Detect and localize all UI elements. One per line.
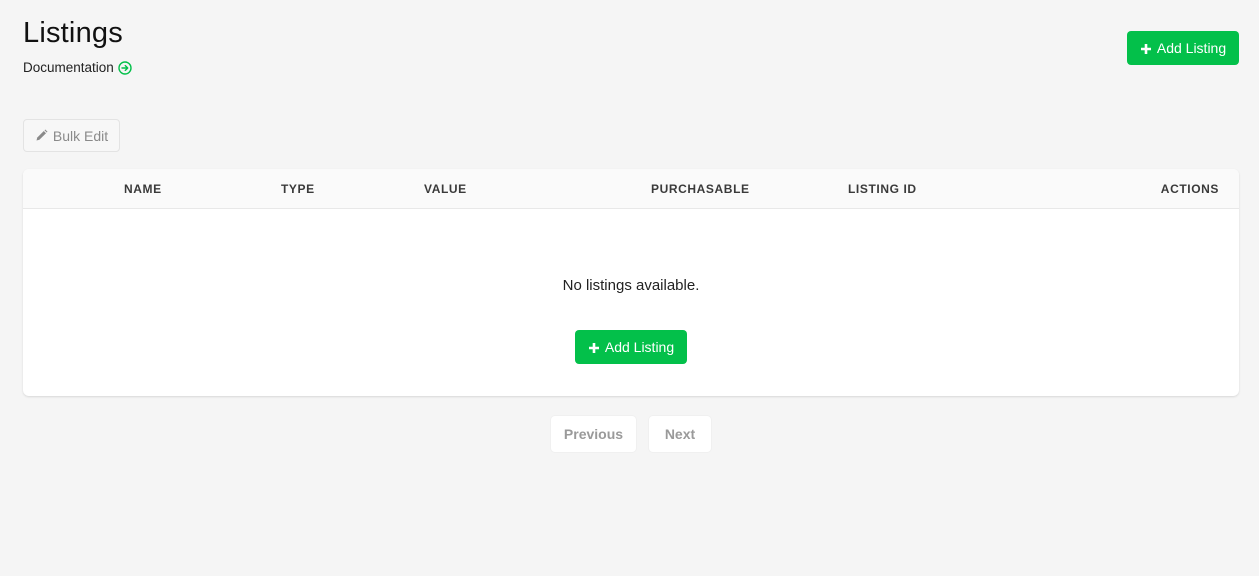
empty-state-add-listing-button[interactable]: Add Listing bbox=[575, 330, 687, 364]
column-header-actions: ACTIONS bbox=[1160, 182, 1219, 196]
documentation-link[interactable]: Documentation bbox=[23, 60, 132, 75]
previous-page-button[interactable]: Previous bbox=[551, 416, 636, 452]
page-title: Listings bbox=[23, 17, 123, 49]
add-listing-button[interactable]: Add Listing bbox=[1127, 31, 1239, 65]
plus-icon bbox=[588, 341, 600, 353]
plus-icon bbox=[1140, 42, 1152, 54]
bulk-edit-label: Bulk Edit bbox=[52, 127, 109, 144]
column-header-listing-id: LISTING ID bbox=[848, 182, 917, 196]
column-header-type: TYPE bbox=[281, 182, 315, 196]
column-header-value: VALUE bbox=[424, 182, 467, 196]
column-header-name: NAME bbox=[124, 182, 162, 196]
bulk-edit-button[interactable]: Bulk Edit bbox=[23, 119, 120, 152]
empty-state-add-listing-label: Add Listing bbox=[604, 339, 675, 355]
circle-arrow-right-icon bbox=[118, 60, 132, 75]
listings-table: NAME TYPE VALUE PURCHASABLE LISTING ID A… bbox=[23, 169, 1239, 396]
next-page-button[interactable]: Next bbox=[649, 416, 711, 452]
column-header-purchasable: PURCHASABLE bbox=[651, 182, 750, 196]
add-listing-label: Add Listing bbox=[1156, 40, 1227, 56]
empty-state-message: No listings available. bbox=[562, 277, 700, 294]
documentation-link-label: Documentation bbox=[23, 60, 114, 75]
table-header: NAME TYPE VALUE PURCHASABLE LISTING ID A… bbox=[23, 169, 1239, 209]
pencil-icon bbox=[35, 129, 48, 142]
